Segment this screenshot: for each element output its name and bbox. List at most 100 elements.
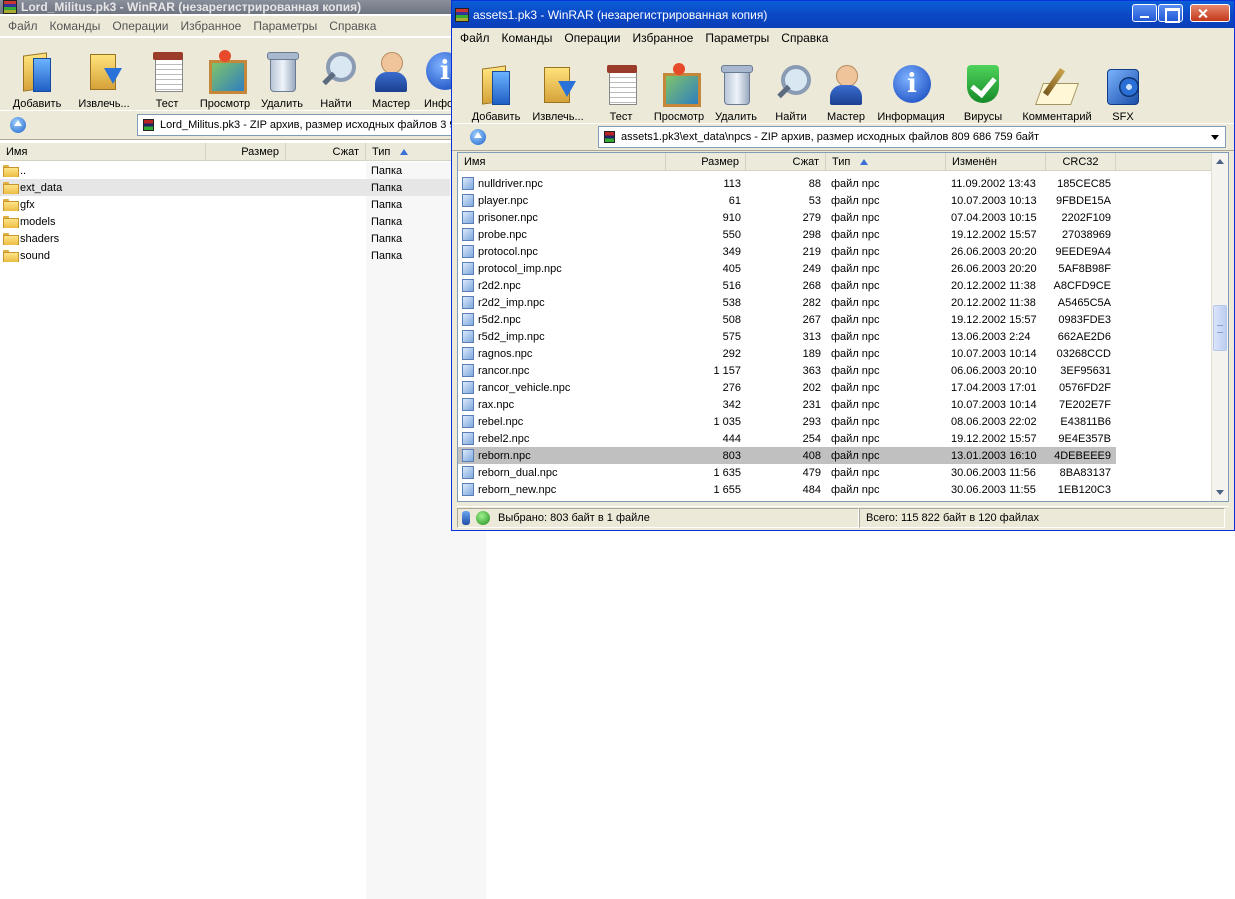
comment-button[interactable]: Комментарий <box>1022 49 1092 123</box>
chevron-down-icon[interactable] <box>1211 134 1219 140</box>
menu-favorites[interactable]: Избранное <box>175 19 248 33</box>
vertical-scrollbar[interactable] <box>1211 153 1228 501</box>
back-window[interactable]: Lord_Militus.pk3 - WinRAR (незарегистрир… <box>0 0 486 899</box>
table-row[interactable]: nulldriver.npc 113 88 файл npc 11.09.2002 13… <box>458 175 1116 192</box>
table-row[interactable]: r5d2_imp.npc 575 313 файл npc 13.06.2003 2:2… <box>458 328 1116 345</box>
col-name[interactable]: Имя <box>0 143 206 160</box>
folder-type: Папка <box>371 181 403 194</box>
menu-commands[interactable]: Команды <box>44 19 107 33</box>
menu-help[interactable]: Справка <box>775 31 834 45</box>
list-item[interactable]: sound Папка <box>0 247 450 264</box>
table-row[interactable]: r5d2.npc 508 267 файл npc 19.12.2002 15:57 09… <box>458 311 1116 328</box>
winrar-app-icon <box>455 7 469 22</box>
delete-button[interactable]: Удалить <box>704 49 768 123</box>
wizard-button[interactable]: Мастер <box>814 49 878 123</box>
back-window-titlebar[interactable]: Lord_Militus.pk3 - WinRAR (незарегистрир… <box>0 0 486 14</box>
archive-icon <box>604 131 615 143</box>
col-crc32[interactable]: CRC32 <box>1046 153 1116 170</box>
list-item[interactable]: shaders Папка <box>0 230 450 247</box>
front-window[interactable]: assets1.pk3 - WinRAR (незарегистрированн… <box>451 0 1235 531</box>
menu-options[interactable]: Параметры <box>699 31 775 45</box>
minimize-button[interactable] <box>1132 4 1157 22</box>
menu-options[interactable]: Параметры <box>247 19 323 33</box>
col-packed[interactable]: Сжат <box>746 153 826 170</box>
file-list[interactable]: Имя Размер Сжат Тип Изменён CRC32 nulldr… <box>457 152 1229 502</box>
table-row[interactable]: rancor_vehicle.npc 276 202 файл npc 17.04.20… <box>458 379 1116 396</box>
table-row[interactable]: rancor.npc 1 157 363 файл npc 06.06.2003 20:… <box>458 362 1116 379</box>
file-packed: 53 <box>808 194 821 207</box>
table-row[interactable]: protocol_imp.npc 405 249 файл npc 26.06.2003… <box>458 260 1116 277</box>
status-total-text: Всего: 115 822 байт в 120 файлах <box>866 511 1040 524</box>
menu-file[interactable]: Файл <box>454 31 496 45</box>
view-button[interactable]: Просмотр <box>200 38 250 110</box>
col-packed[interactable]: Сжат <box>286 143 366 160</box>
up-folder-icon[interactable] <box>10 117 26 133</box>
virus-scan-button[interactable]: Вирусы <box>944 49 1022 123</box>
front-path-box[interactable]: assets1.pk3\ext_data\npcs - ZIP архив, р… <box>598 126 1226 148</box>
scroll-up-icon[interactable] <box>1216 159 1224 164</box>
back-path-box[interactable]: Lord_Militus.pk3 - ZIP архив, размер исх… <box>137 114 486 136</box>
test-button[interactable]: Тест <box>588 49 654 123</box>
col-name[interactable]: Имя <box>458 153 666 170</box>
menu-operations[interactable]: Операции <box>558 31 626 45</box>
scroll-down-icon[interactable] <box>1216 490 1224 495</box>
menu-operations[interactable]: Операции <box>106 19 174 33</box>
table-row[interactable]: protocol.npc 349 219 файл npc 26.06.2003 20:… <box>458 243 1116 260</box>
info-button[interactable]: Информация <box>877 49 945 123</box>
file-size: 276 <box>722 381 741 394</box>
table-row[interactable]: r2d2.npc 516 268 файл npc 20.12.2002 11:38 A8… <box>458 277 1116 294</box>
find-button[interactable]: Найти <box>768 49 814 123</box>
back-toolbar: Добавить Извлечь... Тест Просмотр Удалит… <box>0 38 486 110</box>
table-row[interactable]: player.npc 61 53 файл npc 10.07.2003 10:13 9F… <box>458 192 1116 209</box>
table-row[interactable]: r2d2_imp.npc 538 282 файл npc 20.12.2002 11:… <box>458 294 1116 311</box>
file-type: файл npc <box>831 449 880 462</box>
menu-file[interactable]: Файл <box>2 19 44 33</box>
scroll-thumb[interactable] <box>1213 305 1227 351</box>
up-folder-icon[interactable] <box>470 129 486 145</box>
front-window-titlebar[interactable]: assets1.pk3 - WinRAR (незарегистрированн… <box>452 1 1234 28</box>
file-crc32: 662AE2D6 <box>1057 330 1111 343</box>
table-row[interactable]: rebel2.npc 444 254 файл npc 19.12.2002 15:57… <box>458 430 1116 447</box>
file-type: файл npc <box>831 364 880 377</box>
file-type: файл npc <box>831 262 880 275</box>
table-row[interactable]: probe.npc 550 298 файл npc 19.12.2002 15:57 2… <box>458 226 1116 243</box>
file-size: 405 <box>722 262 741 275</box>
file-type: файл npc <box>831 313 880 326</box>
col-type[interactable]: Тип <box>826 153 946 170</box>
find-button[interactable]: Найти <box>314 38 358 110</box>
extract-button[interactable]: Извлечь... <box>528 49 588 123</box>
npc-file-icon <box>462 228 474 241</box>
menu-favorites[interactable]: Избранное <box>627 31 700 45</box>
col-size[interactable]: Размер <box>666 153 746 170</box>
list-item[interactable]: models Папка <box>0 213 450 230</box>
table-row[interactable]: reborn_dual.npc 1 635 479 файл npc 30.06.200… <box>458 464 1116 481</box>
list-item[interactable]: gfx Папка <box>0 196 450 213</box>
file-type: файл npc <box>831 228 880 241</box>
view-button[interactable]: Просмотр <box>654 49 704 123</box>
list-item[interactable]: .. Папка <box>0 162 450 179</box>
file-modified: 13.06.2003 2:24 <box>951 330 1031 343</box>
sfx-button[interactable]: SFX <box>1092 49 1154 123</box>
col-modified[interactable]: Изменён <box>946 153 1046 170</box>
list-item[interactable]: ext_data Папка <box>0 179 450 196</box>
menu-help[interactable]: Справка <box>323 19 382 33</box>
extract-icon <box>538 63 578 107</box>
table-row[interactable]: prisoner.npc 910 279 файл npc 07.04.2003 10:… <box>458 209 1116 226</box>
col-size[interactable]: Размер <box>206 143 286 160</box>
table-row[interactable]: rax.npc 342 231 файл npc 10.07.2003 10:14 7E2… <box>458 396 1116 413</box>
table-row[interactable]: ragnos.npc 292 189 файл npc 10.07.2003 10:14… <box>458 345 1116 362</box>
add-button[interactable]: Добавить <box>0 38 74 110</box>
menu-commands[interactable]: Команды <box>496 31 559 45</box>
extract-button[interactable]: Извлечь... <box>74 38 134 110</box>
add-button[interactable]: Добавить <box>464 49 528 123</box>
find-icon <box>771 63 811 107</box>
delete-button[interactable]: Удалить <box>250 38 314 110</box>
file-type: файл npc <box>831 432 880 445</box>
close-button[interactable] <box>1190 4 1230 22</box>
table-row[interactable]: reborn_new.npc 1 655 484 файл npc 30.06.2003… <box>458 481 1116 498</box>
wizard-button[interactable]: Мастер <box>358 38 424 110</box>
table-row[interactable]: reborn.npc 803 408 файл npc 13.01.2003 16:10… <box>458 447 1116 464</box>
maximize-button[interactable] <box>1158 4 1183 23</box>
table-row[interactable]: rebel.npc 1 035 293 файл npc 08.06.2003 22:0… <box>458 413 1116 430</box>
test-button[interactable]: Тест <box>134 38 200 110</box>
